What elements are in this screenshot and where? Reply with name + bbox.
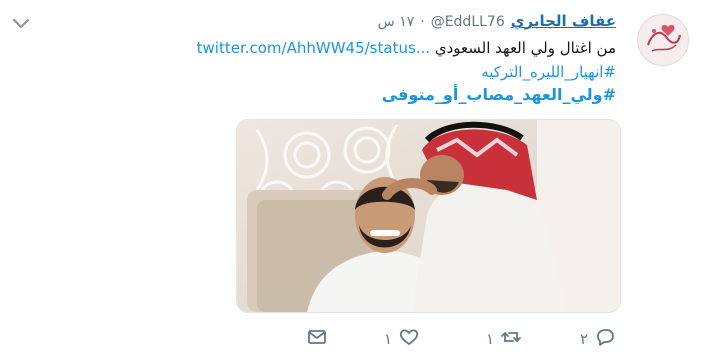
reply-count: ٢ [579,330,588,348]
avatar[interactable] [637,14,689,66]
reply-button[interactable]: ٢ [580,326,616,352]
tweet-text-line: من اغتال ولي العهد السعودي twitter.com/A… [197,38,616,58]
retweet-count: ١ [485,330,494,348]
heart-icon [398,326,420,352]
tweet-header: عفاف الجابري @EddLL76 · ١٧ س [378,12,616,34]
tweet-timestamp[interactable]: ١٧ س [378,14,415,30]
tweet-text: من اغتال ولي العهد السعودي [434,39,616,57]
retweet-icon [500,326,522,352]
hashtag-line: #ولي_العهد_مصاب_أو_متوفى [382,85,616,105]
hashtag-crown-prince[interactable]: #ولي_العهد_مصاب_أو_متوفى [382,85,616,104]
retweet-button[interactable]: ١ [486,326,522,352]
direct-message-button[interactable] [306,326,328,352]
like-button[interactable]: ١ [384,326,420,352]
tweet-media-photo[interactable] [236,119,621,313]
hashtag-turkish-lira[interactable]: #انهيار_الليره_التركيه [481,63,616,81]
author-name[interactable]: عفاف الجابري [511,12,616,30]
tweet-menu-chevron-down-icon[interactable] [10,12,32,34]
tweet-card[interactable]: عفاف الجابري @EddLL76 · ١٧ س من اغتال ول… [0,0,705,364]
separator-dot: · [420,14,425,30]
reply-icon [594,326,616,352]
hashtag-line: #انهيار_الليره_التركيه [481,62,616,82]
like-count: ١ [383,330,392,348]
author-handle[interactable]: @EddLL76 [431,14,505,30]
tweet-link[interactable]: twitter.com/AhhWW45/status... [197,39,430,57]
envelope-icon [306,326,328,352]
